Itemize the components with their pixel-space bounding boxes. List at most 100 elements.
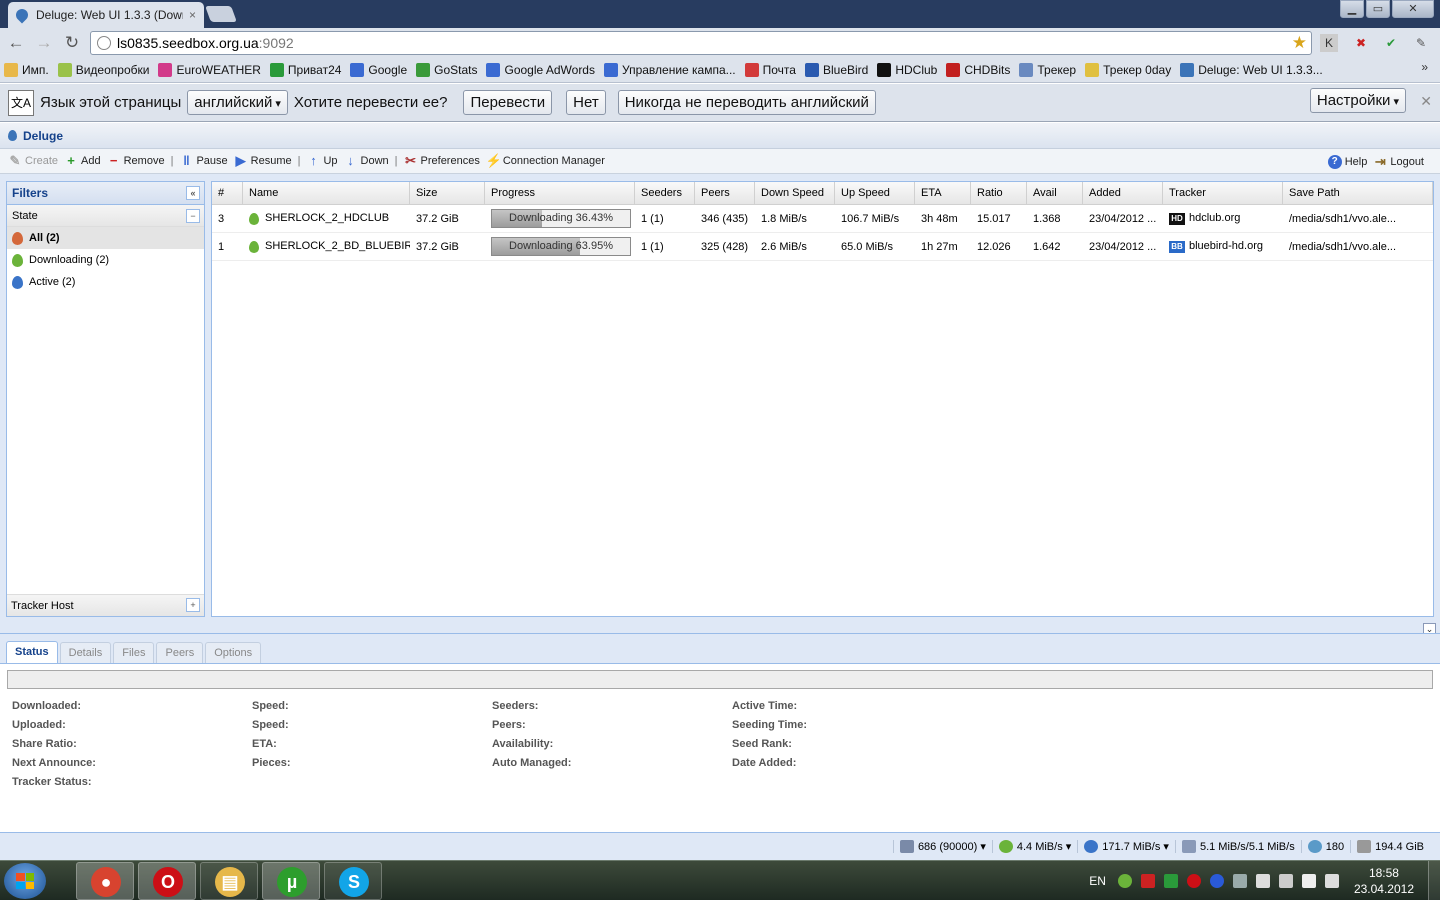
show-desktop-button[interactable] [1428,861,1440,900]
up-button[interactable]: ↑ Up [306,154,337,168]
translate-button[interactable]: Перевести [463,90,553,115]
bookmarks-more-icon[interactable]: » [1421,60,1428,74]
column-header[interactable]: Name [243,182,410,204]
bookmark-item[interactable]: Видеопробки [57,63,149,77]
bookmark-item[interactable]: Google AdWords [486,63,595,77]
bookmark-item[interactable]: HDClub [877,63,937,77]
collapse-state-icon[interactable]: − [186,209,200,223]
upload-speed-status[interactable]: 171.7 MiB/s ▾ [1077,840,1175,853]
column-header[interactable]: Up Speed [835,182,915,204]
connection-manager-button[interactable]: ⚡ Connection Manager [486,154,605,168]
utorrent-taskbar-button[interactable]: µ [262,862,320,900]
close-window-button[interactable]: ✕ [1392,0,1434,18]
column-header[interactable]: Progress [485,182,635,204]
wrench-icon[interactable]: ✎ [1412,34,1430,52]
tab-details[interactable]: Details [59,642,112,663]
column-header[interactable]: Size [410,182,485,204]
back-icon[interactable]: ← [6,34,26,52]
language-indicator[interactable]: EN [1089,874,1106,888]
deluge-tray-icon[interactable] [1117,874,1132,888]
pause-button[interactable]: ‖ Pause [179,154,227,168]
bookmark-item[interactable]: Трекер [1019,63,1076,77]
extension-k-icon[interactable]: K [1320,34,1338,52]
language-select[interactable]: английский [187,90,288,115]
column-header[interactable]: Added [1083,182,1163,204]
never-translate-button[interactable]: Никогда не переводить английский [617,90,876,115]
down-button[interactable]: ↓ Down [344,154,388,168]
column-header[interactable]: Ratio [971,182,1027,204]
network-tray-icon[interactable] [1301,874,1316,888]
usb-icon[interactable] [1278,874,1293,888]
volume-icon[interactable] [1324,874,1339,888]
bookmark-item[interactable]: Имп. [4,63,49,77]
bookmark-star-icon[interactable]: ★ [1292,33,1307,53]
tab-options[interactable]: Options [205,642,262,663]
resume-button[interactable]: ▶ Resume [234,154,292,168]
minimize-button[interactable]: ▁ [1340,0,1364,18]
bookmark-item[interactable]: Google [350,63,407,77]
column-header[interactable]: Down Speed [755,182,835,204]
bookmark-item[interactable]: EuroWEATHER [158,63,261,77]
reload-icon[interactable]: ↻ [62,34,82,52]
torrent-row[interactable]: 3 SHERLOCK_2_HDCLUB 37.2 GiB Downloading 36… [212,205,1433,233]
column-header[interactable]: # [212,182,243,204]
connections-status[interactable]: 686 (90000) ▾ [892,840,992,853]
skype-taskbar-button[interactable]: S [324,862,382,900]
create-button[interactable]: ✎ Create [8,154,58,168]
tab-files[interactable]: Files [113,642,155,663]
download-speed-status[interactable]: 4.4 MiB/s ▾ [991,840,1077,853]
tray-icon-media[interactable] [1232,874,1247,888]
column-header[interactable]: Tracker [1163,182,1283,204]
extension-torrent-icon[interactable]: ✔ [1382,34,1400,52]
column-header[interactable]: ETA [915,182,971,204]
bookmark-item[interactable]: Управление кампа... [603,63,736,77]
preferences-button[interactable]: ✂ Preferences [404,154,480,168]
action-center-icon[interactable] [1255,874,1270,888]
opera-taskbar-button[interactable]: O [138,862,196,900]
logout-button[interactable]: ⇥ Logout [1373,154,1424,169]
new-tab-button[interactable] [205,6,237,22]
chrome-taskbar-button[interactable]: ● [76,862,134,900]
torrent-row[interactable]: 1 SHERLOCK_2_BD_BLUEBIRD 37.2 GiB Downloadi… [212,233,1433,261]
bookmark-item[interactable]: Приват24 [269,63,341,77]
tab-status[interactable]: Status [6,641,58,663]
bluetooth-icon[interactable] [1209,874,1224,888]
column-header[interactable]: Peers [695,182,755,204]
state-filter-item[interactable]: All (2) [7,227,204,249]
tray-icon-red[interactable] [1140,874,1155,888]
collapse-left-icon[interactable]: « [186,186,200,200]
bookmark-item[interactable]: Почта [744,63,796,77]
clock[interactable]: 18:58 23.04.2012 [1354,865,1414,897]
column-header[interactable]: Seeders [635,182,695,204]
state-filter-item[interactable]: Active (2) [7,271,204,293]
tracker-host-header[interactable]: Tracker Host + [7,594,204,616]
browser-tab[interactable]: Deluge: Web UI 1.3.3 (Down × [8,2,204,28]
state-header[interactable]: State − [7,205,204,227]
help-button[interactable]: ? Help [1327,154,1367,169]
bookmark-item[interactable]: CHDBits [946,63,1010,77]
extension-hd-icon[interactable]: ✖ [1352,34,1370,52]
column-header[interactable]: Save Path [1283,182,1433,204]
tab-close-icon[interactable]: × [189,8,196,22]
infobar-close-icon[interactable]: ✕ [1420,93,1432,110]
bookmark-item[interactable]: GoStats [416,63,477,77]
tray-icon-green[interactable] [1163,874,1178,888]
expand-tracker-host-icon[interactable]: + [186,598,200,612]
explorer-taskbar-button[interactable]: ▤ [200,862,258,900]
maximize-button[interactable]: ▭ [1366,0,1390,18]
tab-peers[interactable]: Peers [156,642,204,663]
remove-button[interactable]: − Remove [107,154,165,168]
bookmark-label: Имп. [22,63,49,77]
translate-settings-button[interactable]: Настройки [1309,88,1406,113]
state-filter-item[interactable]: Downloading (2) [7,249,204,271]
opera-tray-icon[interactable] [1186,874,1201,888]
forward-icon[interactable]: → [34,34,54,52]
bookmark-item[interactable]: Трекер 0day [1085,63,1171,77]
bookmark-item[interactable]: Deluge: Web UI 1.3.3... [1180,63,1323,77]
start-button[interactable] [4,863,46,899]
add-button[interactable]: + Add [64,154,100,168]
column-header[interactable]: Avail [1027,182,1083,204]
address-bar[interactable]: ls0835.seedbox.org.ua :9092 ★ [90,31,1312,55]
no-button[interactable]: Нет [566,90,606,115]
bookmark-item[interactable]: BlueBird [804,63,868,77]
